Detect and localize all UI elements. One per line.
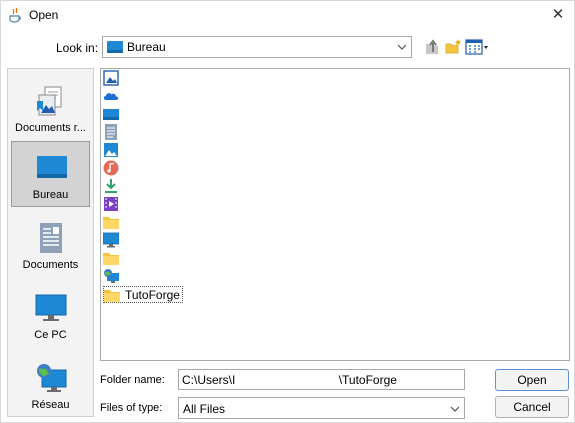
open-dialog: Open ✕ Look in: Bureau Documents r... Bu…: [0, 0, 575, 423]
folder-name-input[interactable]: [178, 369, 465, 390]
java-app-icon: [9, 7, 21, 23]
image-icon: [103, 70, 119, 86]
open-button[interactable]: Open: [495, 369, 569, 391]
file-list[interactable]: TutoForge: [100, 68, 570, 361]
places-sidebar: Documents r... Bureau Documents Ce PC Ré…: [7, 68, 94, 417]
sidebar-item-documents[interactable]: Documents: [11, 212, 90, 278]
title-bar: Open ✕: [1, 1, 574, 29]
new-folder-icon[interactable]: [444, 38, 462, 56]
sidebar-item-bureau[interactable]: Bureau: [11, 141, 90, 207]
chevron-down-icon: [450, 406, 460, 412]
desktop-icon: [107, 41, 123, 53]
sidebar-item-label: Réseau: [31, 399, 70, 411]
list-item-selected[interactable]: TutoForge: [103, 286, 183, 303]
look-in-label: Look in:: [56, 41, 99, 55]
network-icon: [104, 269, 119, 283]
folder-icon: [103, 217, 119, 229]
document-icon: [105, 124, 117, 140]
sidebar-item-label: Documents: [22, 259, 79, 271]
window-title: Open: [29, 8, 59, 22]
chevron-down-icon: [397, 44, 407, 50]
music-icon: [103, 160, 119, 176]
sidebar-item-label: Documents r...: [15, 122, 86, 134]
onedrive-icon: [103, 93, 119, 100]
cancel-button[interactable]: Cancel: [495, 396, 569, 418]
video-icon: [104, 197, 118, 211]
file-name: TutoForge: [125, 288, 180, 302]
network-icon: [37, 364, 67, 392]
sidebar-item-recent-documents[interactable]: Documents r...: [11, 75, 90, 141]
look-in-combo[interactable]: Bureau: [102, 36, 412, 58]
close-icon: ✕: [551, 6, 565, 23]
sidebar-item-label: Bureau: [32, 189, 69, 201]
sidebar-item-ce-pc[interactable]: Ce PC: [11, 282, 90, 348]
recent-documents-icon: [37, 86, 62, 116]
folder-name-label: Folder name:: [100, 374, 165, 386]
documents-icon: [40, 223, 62, 253]
up-folder-icon[interactable]: [423, 38, 441, 56]
files-of-type-combo[interactable]: All Files: [178, 397, 465, 419]
computer-icon: [35, 294, 67, 321]
sidebar-item-label: Ce PC: [34, 329, 67, 341]
drive-icon: [103, 109, 119, 120]
view-menu-icon[interactable]: [465, 38, 489, 56]
desktop-icon: [37, 156, 67, 178]
folder-icon: [104, 290, 120, 302]
close-button[interactable]: ✕: [548, 5, 568, 25]
files-of-type-value: All Files: [183, 402, 226, 416]
download-icon: [105, 179, 117, 193]
sidebar-item-reseau[interactable]: Réseau: [11, 352, 90, 418]
image-icon: [104, 143, 118, 157]
folder-icon: [103, 253, 119, 265]
look-in-value: Bureau: [127, 40, 166, 54]
files-of-type-label: Files of type:: [100, 402, 163, 414]
monitor-icon: [103, 232, 119, 248]
